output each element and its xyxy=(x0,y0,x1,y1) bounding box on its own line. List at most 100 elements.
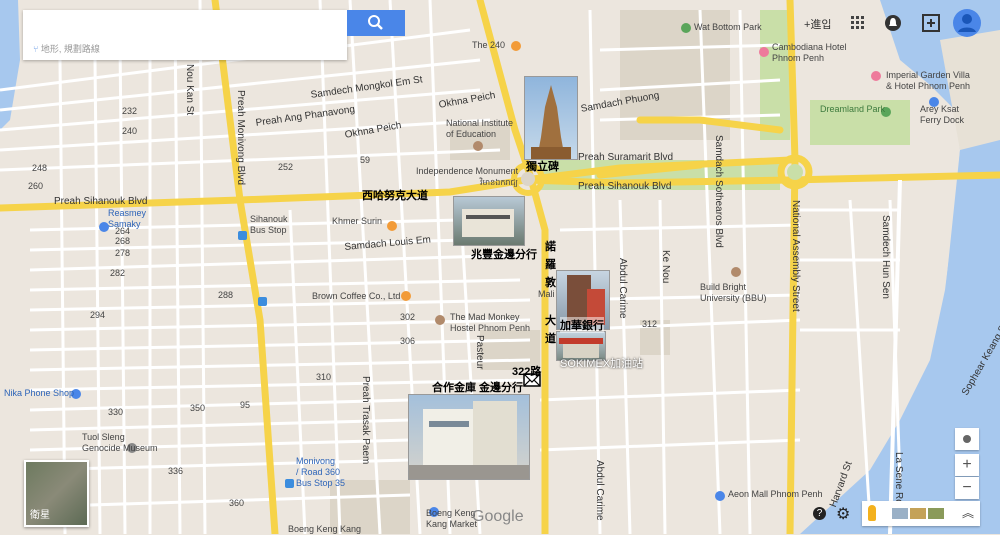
label-khmer-surin[interactable]: Khmer Surin xyxy=(332,216,382,227)
settings-gear-icon[interactable]: ⚙ xyxy=(836,504,850,524)
help-icon[interactable]: ? xyxy=(813,507,826,520)
label-preah-sihanouk-right: Preah Sihanouk Blvd xyxy=(578,181,672,192)
zoom-out-button[interactable]: − xyxy=(955,477,979,499)
street-59: 59 xyxy=(360,155,371,165)
annotation-independence-monument: 獨立碑 xyxy=(526,161,559,173)
label-preah-sihanouk: Preah Sihanouk Blvd xyxy=(54,196,148,207)
search-button[interactable] xyxy=(347,10,405,36)
satellite-label: 衛星 xyxy=(30,510,50,521)
poi-icon-mad-monkey xyxy=(435,315,445,325)
directions-icon: ⑂ xyxy=(33,44,39,54)
notifications-icon[interactable] xyxy=(884,14,902,42)
annotation-norodom-2: 羅 xyxy=(545,259,556,271)
street-294: 294 xyxy=(90,310,106,320)
label-abdul-carime-2: Abdul Carime xyxy=(594,460,605,521)
label-samdech-sothearos: Samdach Sothearos Blvd xyxy=(713,135,724,248)
label-dreamland[interactable]: Dreamland Park xyxy=(820,104,885,115)
annotation-norodom-5: 道 xyxy=(545,333,556,345)
share-plus-icon[interactable] xyxy=(922,14,940,42)
label-nika-phone[interactable]: Nika Phone Shop xyxy=(4,388,74,399)
label-mali: Mali xyxy=(538,289,555,299)
street-310: 310 xyxy=(316,372,332,382)
photo-zhaofeng-bank[interactable] xyxy=(453,196,525,246)
poi-icon-national-institute xyxy=(473,141,483,151)
label-the240[interactable]: The 240 xyxy=(472,40,505,51)
label-independence-kh: វិមានឯករាជ្យ xyxy=(480,178,518,187)
search-panel: ⑂ 地形, 規劃路線 xyxy=(23,10,349,60)
street-330: 330 xyxy=(108,407,124,417)
zoom-in-button[interactable]: + xyxy=(955,454,979,476)
label-national-institute[interactable]: National Institute of Education xyxy=(446,118,513,140)
street-95: 95 xyxy=(240,400,251,410)
poi-icon-wat-bottom xyxy=(681,23,691,33)
apps-grid-icon[interactable] xyxy=(851,16,865,44)
satellite-toggle[interactable]: 衛星 xyxy=(24,460,89,527)
account-avatar[interactable] xyxy=(952,8,982,37)
imagery-thumb-2[interactable] xyxy=(910,508,926,519)
label-nou-kan: Nou Kan St xyxy=(184,64,195,116)
photo-cooperative-bank[interactable] xyxy=(408,394,530,480)
annotation-norodom-3: 敦 xyxy=(545,277,556,289)
annotation-zhaofeng-bank: 兆豐金邊分行 xyxy=(471,249,537,261)
label-imperial-garden[interactable]: Imperial Garden Villa & Hotel Phnom Penh xyxy=(886,70,970,92)
bus-stop-icon-3 xyxy=(285,479,294,488)
label-la-sene: La Sene Rd xyxy=(893,452,904,505)
imagery-thumb-3[interactable] xyxy=(928,508,944,519)
label-mad-monkey[interactable]: The Mad Monkey Hostel Phnom Penh xyxy=(450,312,530,334)
street-240: 240 xyxy=(122,126,138,136)
street-278: 278 xyxy=(115,248,131,258)
street-302: 302 xyxy=(400,312,416,322)
label-boeng-keng-kang: Boeng Keng Kang xyxy=(288,524,362,534)
annotation-cooperative-bank: 合作金庫 金邊分行 xyxy=(432,382,524,394)
street-288: 288 xyxy=(218,290,234,300)
label-tuol-sleng[interactable]: Tuol Sleng Genocide Museum xyxy=(82,432,158,454)
label-aeon-mall[interactable]: Aeon Mall Phnom Penh xyxy=(728,489,823,500)
poi-icon-khmer-surin xyxy=(387,221,397,231)
street-350: 350 xyxy=(190,403,206,413)
label-independence[interactable]: Independence Monument xyxy=(416,166,518,177)
search-icon xyxy=(368,15,383,30)
my-location-button[interactable] xyxy=(955,428,979,450)
layers-bar: ︽ xyxy=(862,501,980,526)
bus-stop-icon-2 xyxy=(258,297,267,306)
street-248: 248 xyxy=(32,163,48,173)
bus-stop-icon-1 xyxy=(238,231,247,240)
street-312: 312 xyxy=(642,319,658,329)
my-location-icon xyxy=(963,435,971,443)
label-cambodiana[interactable]: Cambodiana Hotel Phnom Penh xyxy=(772,42,847,64)
street-232: 232 xyxy=(122,106,138,116)
pegman-icon[interactable] xyxy=(868,505,876,521)
poi-icon-brown-coffee xyxy=(401,291,411,301)
label-wat-bottom-park[interactable]: Wat Bottom Park xyxy=(694,22,762,33)
label-samdech-hun-sen: Samdech Hun Sen xyxy=(880,215,891,299)
directions-link[interactable]: ⑂ 地形, 規劃路線 xyxy=(33,42,100,55)
street-260: 260 xyxy=(28,181,44,191)
sign-in-add-button[interactable]: +進입 xyxy=(804,16,832,44)
annotation-sokimex: SOKIMEX加油站 xyxy=(560,358,644,370)
label-build-bright[interactable]: Build Bright University (BBU) xyxy=(700,282,767,304)
label-national-assembly: National Assembly Street xyxy=(790,200,801,312)
label-reasmey-samaky[interactable]: Reasmey Samaky xyxy=(108,208,146,230)
imagery-thumb-1[interactable] xyxy=(892,508,908,519)
label-preah-suramarit: Preah Suramarit Blvd xyxy=(578,152,674,163)
street-360: 360 xyxy=(229,498,245,508)
label-pasteur: Pasteur xyxy=(474,335,485,370)
label-brown-coffee[interactable]: Brown Coffee Co., Ltd xyxy=(312,291,400,302)
poi-icon-the240 xyxy=(511,41,521,51)
street-336: 336 xyxy=(168,466,184,476)
street-268: 268 xyxy=(115,236,131,246)
annotation-road322: 322路 xyxy=(512,366,542,378)
annotation-canadia-bank: 加華銀行 xyxy=(560,317,604,333)
label-abdul-carime: Abdul Carime xyxy=(617,258,628,319)
label-preah-trasak-paem: Preah Trasak Paem xyxy=(360,376,371,465)
expand-chevron-icon[interactable]: ︽ xyxy=(962,504,974,521)
label-boeng-keng-market[interactable]: Boeng Keng Kang Market xyxy=(426,508,477,530)
annotation-sihanouk: 西哈努克大道 xyxy=(362,190,428,202)
label-arey-ksat[interactable]: Arey Ksat Ferry Dock xyxy=(920,104,964,126)
label-preah-monivong: Preah Monivong Blvd xyxy=(235,90,246,186)
street-282: 282 xyxy=(110,268,126,278)
label-monivong-bus[interactable]: Monivong / Road 360 Bus Stop 35 xyxy=(296,456,345,489)
photo-independence-monument[interactable] xyxy=(524,76,578,160)
search-input[interactable] xyxy=(23,10,349,34)
label-sihanouk-bus[interactable]: Sihanouk Bus Stop xyxy=(250,214,288,236)
